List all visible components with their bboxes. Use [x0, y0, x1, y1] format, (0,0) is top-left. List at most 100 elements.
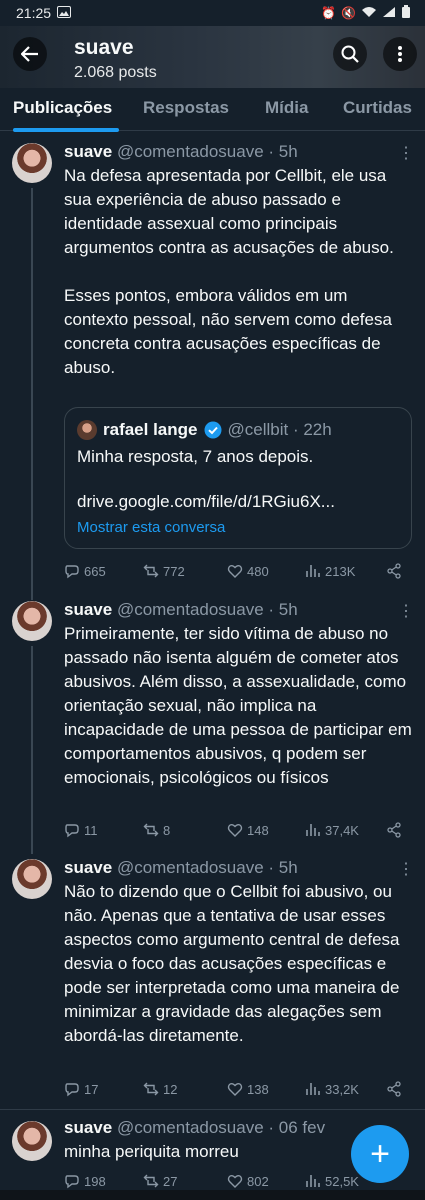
like-button[interactable]: 138: [227, 1081, 269, 1097]
post-actions: 11 8 148 37,4K: [64, 822, 414, 842]
reply-button[interactable]: 665: [64, 563, 106, 579]
reply-button[interactable]: 17: [64, 1081, 98, 1097]
views-button[interactable]: 213K: [305, 563, 355, 579]
repost-button[interactable]: 12: [143, 1081, 177, 1097]
views-icon: [306, 1175, 320, 1187]
reply-button[interactable]: 11: [64, 822, 98, 838]
avatar[interactable]: [12, 601, 52, 641]
reply-icon: [65, 565, 79, 579]
author-name[interactable]: suave: [64, 142, 112, 161]
avatar[interactable]: [12, 1121, 52, 1161]
tab-publicacoes[interactable]: Publicações: [13, 98, 112, 118]
avatar[interactable]: [12, 143, 52, 183]
repost-icon: [143, 1082, 159, 1096]
system-nav-bar: [0, 1190, 425, 1200]
author-meta: @comentadosuave · 5h: [116, 600, 298, 619]
mute-icon: 🔇: [341, 6, 356, 20]
repost-count: 27: [163, 1173, 178, 1189]
views-button[interactable]: 52,5K: [305, 1173, 359, 1189]
reply-icon: [65, 824, 79, 838]
post-text: Na defesa apresentada por Cellbit, ele u…: [64, 166, 394, 377]
views-count: 213K: [325, 563, 356, 579]
post-more-icon[interactable]: ⋮: [398, 143, 414, 163]
reply-count: 665: [84, 563, 106, 579]
post-actions: 17 12 138 33,2K: [64, 1081, 414, 1101]
search-icon: [341, 45, 359, 63]
share-icon: [387, 822, 401, 838]
quoted-meta: @cellbit · 22h: [227, 420, 332, 439]
post-actions: 665 772 480 213K: [64, 563, 414, 583]
post-more-icon[interactable]: ⋮: [398, 601, 414, 621]
like-button[interactable]: 148: [227, 822, 269, 838]
quoted-author-name: rafael lange: [103, 420, 198, 439]
share-button[interactable]: [386, 822, 402, 838]
like-button[interactable]: 802: [227, 1173, 269, 1189]
thread-line: [31, 188, 33, 600]
profile-header: suave 2.068 posts: [0, 26, 425, 88]
author-name[interactable]: suave: [64, 600, 112, 619]
author-name[interactable]: suave: [64, 858, 112, 877]
tab-curtidas[interactable]: Curtidas: [343, 98, 412, 118]
status-time: 21:25: [16, 5, 52, 21]
compose-button[interactable]: +: [351, 1125, 409, 1183]
thread-line: [31, 646, 33, 854]
profile-title: suave: [74, 36, 134, 59]
reply-icon: [65, 1175, 79, 1189]
views-count: 52,5K: [325, 1173, 359, 1189]
show-thread-link[interactable]: Mostrar esta conversa: [77, 519, 225, 536]
author-meta: @comentadosuave · 5h: [116, 142, 298, 161]
author-meta: @comentadosuave · 06 fev: [116, 1118, 326, 1137]
reply-button[interactable]: 198: [64, 1173, 106, 1189]
like-count: 148: [247, 822, 269, 838]
repost-count: 772: [163, 563, 185, 579]
views-count: 37,4K: [325, 822, 359, 838]
repost-button[interactable]: 772: [143, 563, 185, 579]
like-count: 480: [247, 563, 269, 579]
alarm-icon: ⏰: [321, 6, 337, 20]
post-divider: [0, 1109, 425, 1110]
reply-count: 17: [84, 1081, 99, 1097]
author-meta: @comentadosuave · 5h: [116, 858, 298, 877]
repost-icon: [143, 1174, 159, 1188]
repost-button[interactable]: 27: [143, 1173, 177, 1189]
share-icon: [387, 563, 401, 579]
views-button[interactable]: 37,4K: [305, 822, 359, 838]
views-icon: [306, 824, 320, 836]
search-button[interactable]: [333, 37, 367, 71]
views-button[interactable]: 33,2K: [305, 1081, 359, 1097]
reply-icon: [65, 1083, 79, 1097]
more-vertical-icon: [398, 46, 402, 62]
author-name[interactable]: suave: [64, 1118, 112, 1137]
heart-icon: [227, 565, 243, 578]
repost-button[interactable]: 8: [143, 822, 170, 838]
repost-icon: [143, 823, 159, 837]
profile-tabs: Publicações Respostas Mídia Curtidas: [0, 88, 425, 131]
share-button[interactable]: [386, 563, 402, 579]
share-button[interactable]: [386, 1081, 402, 1097]
quoted-avatar: [77, 420, 97, 440]
views-icon: [306, 565, 320, 577]
wifi-icon: [361, 6, 377, 21]
like-count: 138: [247, 1081, 269, 1097]
post-text: Não to dizendo que o Cellbit foi abusivo…: [64, 882, 400, 1045]
repost-icon: [143, 564, 159, 578]
heart-icon: [227, 1175, 243, 1188]
repost-count: 12: [163, 1081, 178, 1097]
tab-respostas[interactable]: Respostas: [143, 98, 229, 118]
quoted-post[interactable]: rafael lange @cellbit · 22h Minha respos…: [64, 407, 412, 549]
active-tab-indicator: [13, 128, 119, 132]
heart-icon: [227, 1083, 243, 1096]
battery-icon: [401, 4, 411, 22]
quoted-link[interactable]: drive.google.com/file/d/1RGiu6X...: [77, 490, 335, 514]
views-count: 33,2K: [325, 1081, 359, 1097]
views-icon: [306, 1083, 320, 1095]
more-options-button[interactable]: [383, 37, 417, 71]
avatar[interactable]: [12, 859, 52, 899]
reply-count: 198: [84, 1173, 106, 1189]
like-button[interactable]: 480: [227, 563, 269, 579]
quoted-text: Minha resposta, 7 anos depois.: [77, 447, 314, 466]
post-more-icon[interactable]: ⋮: [398, 859, 414, 879]
tab-midia[interactable]: Mídia: [265, 98, 308, 118]
back-button[interactable]: [13, 37, 47, 71]
gallery-notification-icon: [57, 5, 72, 21]
